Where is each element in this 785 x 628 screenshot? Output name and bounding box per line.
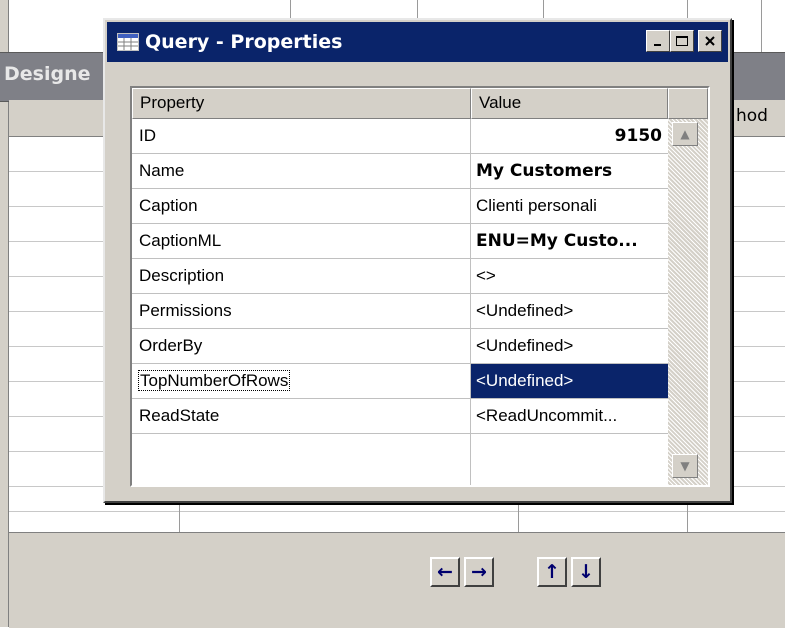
move-up-button[interactable]: ↑: [537, 557, 567, 587]
property-row-name[interactable]: Name My Customers: [132, 154, 668, 189]
close-button[interactable]: [698, 30, 722, 52]
property-row-id[interactable]: ID 9150: [132, 119, 668, 154]
property-row-captionml[interactable]: CaptionML ENU=My Custo...: [132, 224, 668, 259]
property-row-orderby[interactable]: OrderBy <Undefined>: [132, 329, 668, 364]
property-row-permissions[interactable]: Permissions <Undefined>: [132, 294, 668, 329]
properties-dialog: Query - Properties Property Value ID 915…: [103, 18, 732, 503]
property-name: ReadState: [139, 406, 220, 425]
property-grid-body: Property Value ID 9150 Name My Customers…: [132, 88, 668, 485]
vertical-nav-group: ↑ ↓: [537, 557, 601, 587]
property-value[interactable]: My Customers: [476, 161, 662, 181]
move-left-button[interactable]: ←: [430, 557, 460, 587]
property-name: Name: [139, 161, 185, 180]
property-value[interactable]: ENU=My Custo...: [476, 231, 662, 251]
window-controls: [646, 30, 722, 52]
designer-title: Designe: [4, 63, 91, 85]
arrow-right-icon: →: [471, 561, 487, 583]
column-header-value[interactable]: Value: [471, 88, 668, 119]
property-value[interactable]: <Undefined>: [476, 336, 662, 356]
property-name: Caption: [139, 196, 198, 215]
property-name: ID: [139, 126, 156, 145]
property-row-caption[interactable]: Caption Clienti personali: [132, 189, 668, 224]
property-name: CaptionML: [139, 231, 222, 250]
grid-line: [761, 0, 762, 52]
minimize-icon: [654, 44, 661, 46]
move-down-button[interactable]: ↓: [571, 557, 601, 587]
arrow-up-icon: ↑: [544, 561, 560, 583]
table-icon: [117, 33, 139, 51]
property-name: Description: [139, 266, 225, 285]
dialog-title: Query - Properties: [145, 31, 343, 53]
maximize-button[interactable]: [670, 30, 694, 52]
property-value[interactable]: <Undefined>: [476, 301, 662, 321]
move-right-button[interactable]: →: [464, 557, 494, 587]
maximize-icon: [676, 36, 688, 46]
property-grid: Property Value ID 9150 Name My Customers…: [130, 86, 710, 487]
horizontal-nav-group: ← →: [430, 557, 494, 587]
property-row-topnumberofrows[interactable]: TopNumberOfRows <Undefined>: [132, 364, 668, 399]
scroll-down-icon: ▼: [680, 459, 690, 473]
property-value[interactable]: 9150: [476, 126, 662, 146]
designer-column-header: hod: [736, 106, 768, 126]
property-value[interactable]: <ReadUncommit...: [476, 406, 662, 426]
property-row-readstate[interactable]: ReadState <ReadUncommit...: [132, 399, 668, 434]
minimize-button[interactable]: [646, 30, 670, 52]
property-value[interactable]: <Undefined>: [471, 364, 668, 398]
vertical-scrollbar[interactable]: ▲ ▼: [668, 88, 708, 485]
property-name-text: TopNumberOfRows: [137, 370, 291, 391]
arrow-left-icon: ←: [437, 561, 453, 583]
property-value[interactable]: <>: [476, 266, 662, 286]
scroll-up-icon: ▲: [680, 127, 690, 141]
property-name: TopNumberOfRows: [137, 370, 291, 391]
property-name: Permissions: [139, 301, 232, 320]
designer-bottom-panel: [9, 532, 785, 628]
property-name: OrderBy: [139, 336, 203, 355]
property-row-empty[interactable]: [132, 434, 668, 469]
scroll-down-button[interactable]: ▼: [672, 454, 698, 478]
close-icon: [705, 36, 715, 46]
column-header-property[interactable]: Property: [132, 88, 471, 119]
arrow-down-icon: ↓: [578, 561, 594, 583]
property-row-description[interactable]: Description <>: [132, 259, 668, 294]
property-value[interactable]: Clienti personali: [476, 196, 662, 216]
dialog-title-bar[interactable]: Query - Properties: [107, 22, 728, 62]
scrollbar-header-corner: [668, 88, 708, 119]
scroll-up-button[interactable]: ▲: [672, 122, 698, 146]
